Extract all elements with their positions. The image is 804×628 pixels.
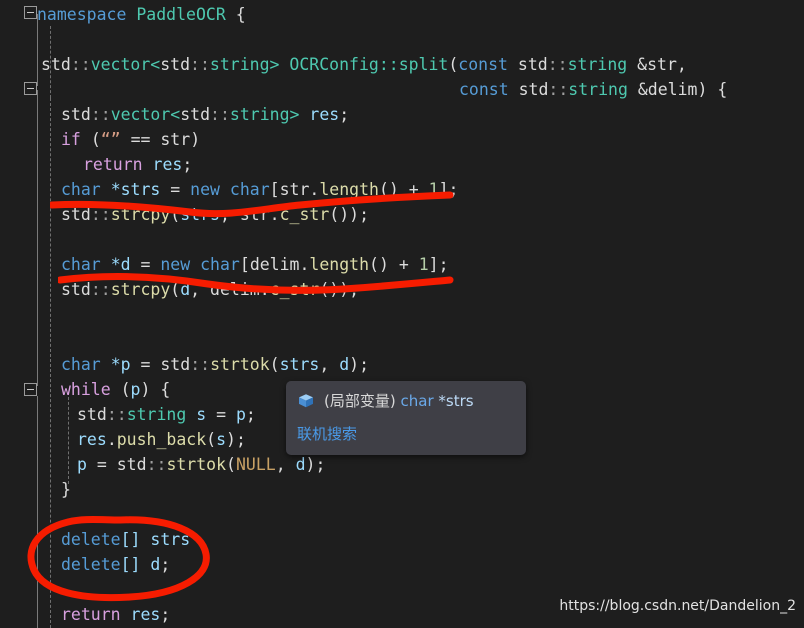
code-line-strcpy-d: std::strcpy(d, delim.c_str()); — [61, 280, 360, 299]
tooltip-signature-text: (局部变量) char *strs — [324, 390, 474, 411]
code-line-while: while (p) { — [61, 380, 171, 399]
code-line-alloc-d: char *d = new char[delim.length() + 1]; — [61, 255, 449, 274]
tooltip-kind-label: (局部变量) — [324, 392, 396, 410]
tooltip-type-text: char — [400, 392, 434, 410]
code-line-strtok-first: char *p = std::strtok(strs, d); — [61, 355, 370, 374]
code-line-alloc-strs: char *strs = new char[str.length() + 1]; — [61, 180, 459, 199]
code-line-return-res-final: return res; — [61, 605, 171, 624]
quick-info-tooltip: (局部变量) char *strs 联机搜索 — [286, 381, 526, 455]
code-line-strtok-next: p = std::strtok(NULL, d); — [77, 455, 326, 474]
fold-rail-function — [37, 90, 38, 386]
fold-marker-while-loop[interactable] — [24, 383, 37, 396]
code-line-close-while: } — [61, 480, 71, 499]
tooltip-signature-row: (局部变量) char *strs — [297, 390, 474, 411]
watermark-url: https://blog.csdn.net/Dandelion_2 — [559, 598, 796, 614]
tooltip-symbol-text: *strs — [438, 392, 474, 410]
tooltip-online-search-link[interactable]: 联机搜索 — [297, 423, 357, 444]
indent-guide-level1b — [50, 98, 51, 628]
code-line-declare-res: std::vector<std::string> res; — [61, 105, 350, 124]
fold-marker-function[interactable] — [24, 82, 37, 95]
code-line-delete-strs: delete[] strs — [61, 530, 191, 549]
fold-rail-function-lower — [37, 396, 38, 628]
code-line-if-empty: if (“” == str) — [61, 130, 201, 149]
code-line-return-res-early: return res; — [83, 155, 193, 174]
fold-marker-namespace[interactable] — [24, 6, 37, 19]
code-line-signature-1: std::vector<std::string> OCRConfig::spli… — [41, 55, 687, 74]
code-editor-window: namespace PaddleOCR { std::vector<std::s… — [0, 0, 804, 628]
indent-guide-level2 — [68, 392, 69, 484]
code-line-signature-2: const std::string &delim) { — [459, 80, 728, 99]
code-line-strcpy-strs: std::strcpy(strs, str.c_str()); — [61, 205, 370, 224]
local-variable-box-icon — [299, 393, 313, 407]
code-line-declare-s: std::string s = p; — [77, 405, 256, 424]
code-line-push-back: res.push_back(s); — [77, 430, 246, 449]
code-line-namespace: namespace PaddleOCR { — [37, 5, 246, 24]
code-line-delete-d: delete[] d; — [61, 555, 171, 574]
